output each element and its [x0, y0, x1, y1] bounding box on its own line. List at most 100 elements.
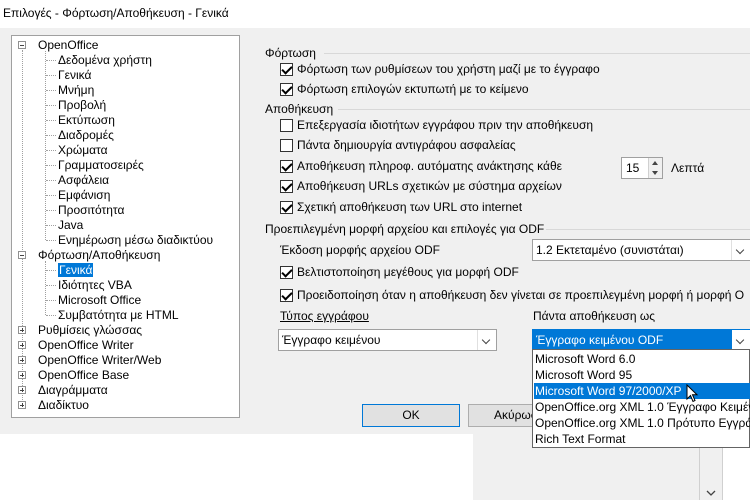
tree-item[interactable]: Ιδιότητες VBA [58, 278, 132, 293]
odf-warn-option[interactable]: Προειδοποίηση όταν η αποθήκευση δεν γίνε… [280, 287, 744, 303]
checkbox[interactable] [280, 82, 293, 96]
always-save-label: Πάντα αποθήκευση ως [533, 309, 655, 323]
save-autorecovery-option[interactable]: Αποθήκευση πληροφ. αυτόματης ανάκτησης κ… [280, 158, 562, 174]
expand-icon[interactable] [18, 341, 26, 349]
checkbox-label: Επεξεργασία ιδιοτήτων εγγράφου πριν την … [297, 118, 594, 132]
odf-version-label: Έκδοση μορφής αρχείου ODF [280, 243, 440, 257]
tree-item[interactable]: Microsoft Office [58, 293, 141, 308]
tree-item-label: Διαγράμματα [38, 383, 108, 397]
tree-item-label: Διαδίκτυο [38, 398, 89, 412]
tree-item-label: Μνήμη [58, 83, 95, 97]
dropdown-option[interactable]: OpenOffice.org XML 1.0 Πρότυπο Εγγράφου [534, 415, 750, 431]
dropdown-option[interactable]: Microsoft Word 6.0 [534, 351, 750, 367]
doc-type-select[interactable]: Έγγραφο κειμένου [278, 329, 497, 351]
checkbox[interactable] [280, 138, 293, 152]
checkbox-label: Φόρτωση επιλογών εκτυπωτή με το κείμενο [297, 82, 529, 96]
tree-item[interactable]: Προβολή [58, 98, 106, 113]
tree-item-label: Ενημέρωση μέσω διαδικτύου [58, 233, 214, 247]
tree-item-label: Εκτύπωση [58, 113, 115, 127]
tree-item[interactable]: Ασφάλεια [58, 173, 109, 188]
odf-section-label: Προεπιλεγμένη μορφή αρχείου και επιλογές… [265, 222, 545, 236]
save-section-rule [338, 109, 750, 110]
checkbox[interactable] [280, 118, 293, 132]
always-save-select[interactable]: Έγγραφο κειμένου ODF [532, 329, 750, 351]
dropdown-option[interactable]: OpenOffice.org XML 1.0 Έγγραφο Κειμένου [534, 399, 750, 415]
odf-size-optimize-option[interactable]: Βελτιστοποίηση μεγέθους για μορφή ODF [280, 264, 519, 280]
always-save-dropdown-list[interactable]: Microsoft Word 6.0 Microsoft Word 95 Micro… [532, 349, 750, 448]
chevron-down-icon[interactable] [731, 240, 750, 260]
tree-connector [46, 75, 56, 76]
tree-item[interactable]: Διαδρομές [58, 128, 114, 143]
save-urls-internet-option[interactable]: Σχετική αποθήκευση των URL στο internet [280, 199, 522, 215]
checkbox[interactable] [280, 200, 293, 214]
autorecovery-minutes-spinner[interactable]: 15 [621, 157, 663, 179]
tree-item-label: Δεδομένα χρήστη [58, 53, 152, 67]
tree-branch-line-openoffice [45, 51, 46, 240]
checkbox[interactable] [280, 288, 293, 302]
expand-icon[interactable] [18, 356, 26, 364]
tree-item-label: Γενικά [58, 263, 94, 277]
tree-item-label: Ασφάλεια [58, 173, 110, 187]
tree-item[interactable]: Μνήμη [58, 83, 94, 98]
tree-item[interactable]: OpenOffice Base [38, 368, 129, 383]
tree-item[interactable]: Χρώματα [58, 143, 108, 158]
tree-connector [46, 285, 56, 286]
tree-item[interactable]: OpenOffice Writer/Web [38, 353, 161, 368]
tree-item-label: Προβολή [58, 98, 107, 112]
odf-section-rule [546, 229, 750, 230]
checkbox[interactable] [280, 265, 293, 279]
spin-up-icon[interactable] [648, 158, 662, 168]
tree-item[interactable]: Ρυθμίσεις γλώσσας [38, 323, 142, 338]
load-printer-settings-option[interactable]: Φόρτωση επιλογών εκτυπωτή με το κείμενο [280, 81, 529, 97]
dropdown-option[interactable]: Rich Text Format [534, 431, 750, 447]
tree-item[interactable]: Διαδίκτυο [38, 398, 89, 413]
expand-icon[interactable] [18, 371, 26, 379]
cancel-button[interactable]: Ακύρωση [468, 404, 538, 427]
tree-item[interactable]: Γραμματοσειρές [58, 158, 144, 173]
collapse-icon[interactable] [18, 41, 26, 49]
options-tree[interactable]: OpenOffice Δεδομένα χρήστη Γενικά Μνήμη Προβ… [11, 35, 240, 418]
tree-item[interactable]: Ενημέρωση μέσω διαδικτύου [58, 233, 213, 248]
expand-icon[interactable] [18, 326, 26, 334]
dropdown-option[interactable]: Microsoft Word 95 [534, 367, 750, 383]
ok-button[interactable]: OK [362, 404, 460, 427]
tree-item[interactable]: Προσιτότητα [58, 203, 124, 218]
save-backup-option[interactable]: Πάντα δημιουργία αντιγράφου ασφαλείας [280, 137, 516, 153]
spin-down-icon[interactable] [648, 168, 662, 178]
tree-item-label: Προσιτότητα [58, 203, 125, 217]
expand-icon[interactable] [18, 401, 26, 409]
tree-item[interactable]: Συμβατότητα με HTML [58, 308, 179, 323]
checkbox[interactable] [280, 179, 293, 193]
tree-item[interactable]: Εμφάνιση [58, 188, 110, 203]
chevron-down-icon[interactable] [477, 330, 496, 350]
tree-item[interactable]: Δεδομένα χρήστη [58, 53, 152, 68]
checkbox[interactable] [280, 159, 293, 173]
tree-item[interactable]: Γενικά [58, 263, 94, 278]
tree-item[interactable]: OpenOffice Writer [38, 338, 134, 353]
tree-root-line [22, 50, 23, 406]
tree-connector [46, 240, 56, 241]
tree-item[interactable]: Φόρτωση/Αποθήκευση [38, 248, 160, 263]
tree-item-label: Διαδρομές [58, 128, 114, 142]
dropdown-option[interactable]: Microsoft Word 97/2000/XP [534, 383, 750, 399]
save-urls-fs-option[interactable]: Αποθήκευση URLs σχετικών με σύστημα αρχε… [280, 178, 562, 194]
tree-item-label: Φόρτωση/Αποθήκευση [38, 248, 161, 262]
checkbox[interactable] [280, 62, 293, 76]
mouse-cursor-icon [686, 384, 699, 403]
load-user-settings-option[interactable]: Φόρτωση των ρυθμίσεων του χρήστη μαζί με… [280, 61, 600, 77]
tree-item[interactable]: Γενικά [58, 68, 91, 83]
expand-icon[interactable] [18, 386, 26, 394]
chevron-down-icon[interactable] [731, 330, 750, 350]
tree-item[interactable]: Διαγράμματα [38, 383, 108, 398]
tree-item[interactable]: Εκτύπωση [58, 113, 115, 128]
save-section-label: Αποθήκευση [265, 102, 334, 116]
collapse-icon[interactable] [18, 251, 26, 259]
save-edit-props-option[interactable]: Επεξεργασία ιδιοτήτων εγγράφου πριν την … [280, 117, 593, 133]
window-title: Επιλογές - Φόρτωση/Αποθήκευση - Γενικά [3, 6, 229, 20]
tree-connector [46, 270, 56, 271]
tree-item[interactable]: Java [58, 218, 83, 233]
tree-item[interactable]: OpenOffice [38, 38, 98, 53]
odf-version-select[interactable]: 1.2 Εκτεταμένο (συνιστάται) [532, 239, 750, 261]
tree-item-label: Εμφάνιση [58, 188, 111, 202]
tree-item-label: Γενικά [58, 68, 92, 82]
